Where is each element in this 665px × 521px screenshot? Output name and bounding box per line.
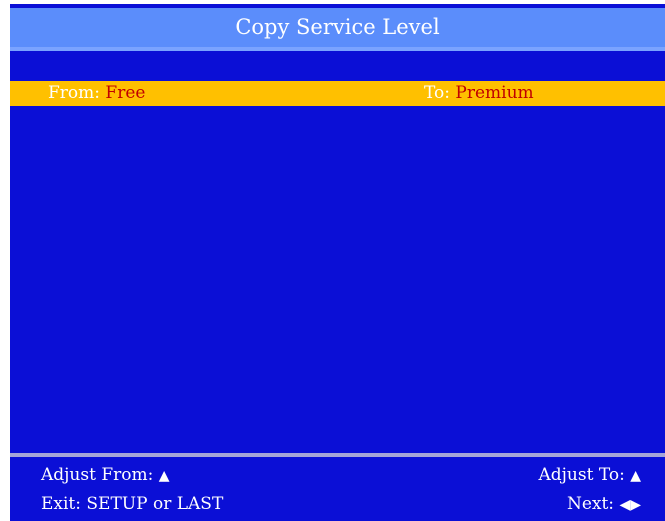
next-hint: Next: ◀▶ [567,493,641,516]
screen-title: Copy Service Level [10,8,665,47]
title-divider [10,47,665,51]
footer-divider [10,453,665,457]
to-value[interactable]: Premium [455,83,533,103]
to-label: To: [424,83,450,103]
from-group[interactable]: From: Free [48,81,145,106]
up-arrow-icon: ▲ [158,468,170,484]
adjust-to-label: Adjust To: [538,465,625,485]
adjust-to-hint: Adjust To: ▲ [538,464,641,487]
left-right-arrows-icon: ◀▶ [619,497,641,513]
adjust-from-hint: Adjust From: ▲ [41,464,170,487]
adjust-from-label: Adjust From: [41,465,154,485]
up-arrow-icon: ▲ [630,468,641,484]
from-value[interactable]: Free [105,83,145,103]
to-group[interactable]: To: Premium [424,81,534,106]
copy-selection-row[interactable]: From: Free To: Premium [10,81,665,106]
from-label: From: [48,83,101,103]
next-label: Next: [566,494,615,514]
exit-hint: Exit: SETUP or LAST [41,494,224,514]
service-level-screen: Copy Service Level From: Free To: Premiu… [10,4,665,521]
